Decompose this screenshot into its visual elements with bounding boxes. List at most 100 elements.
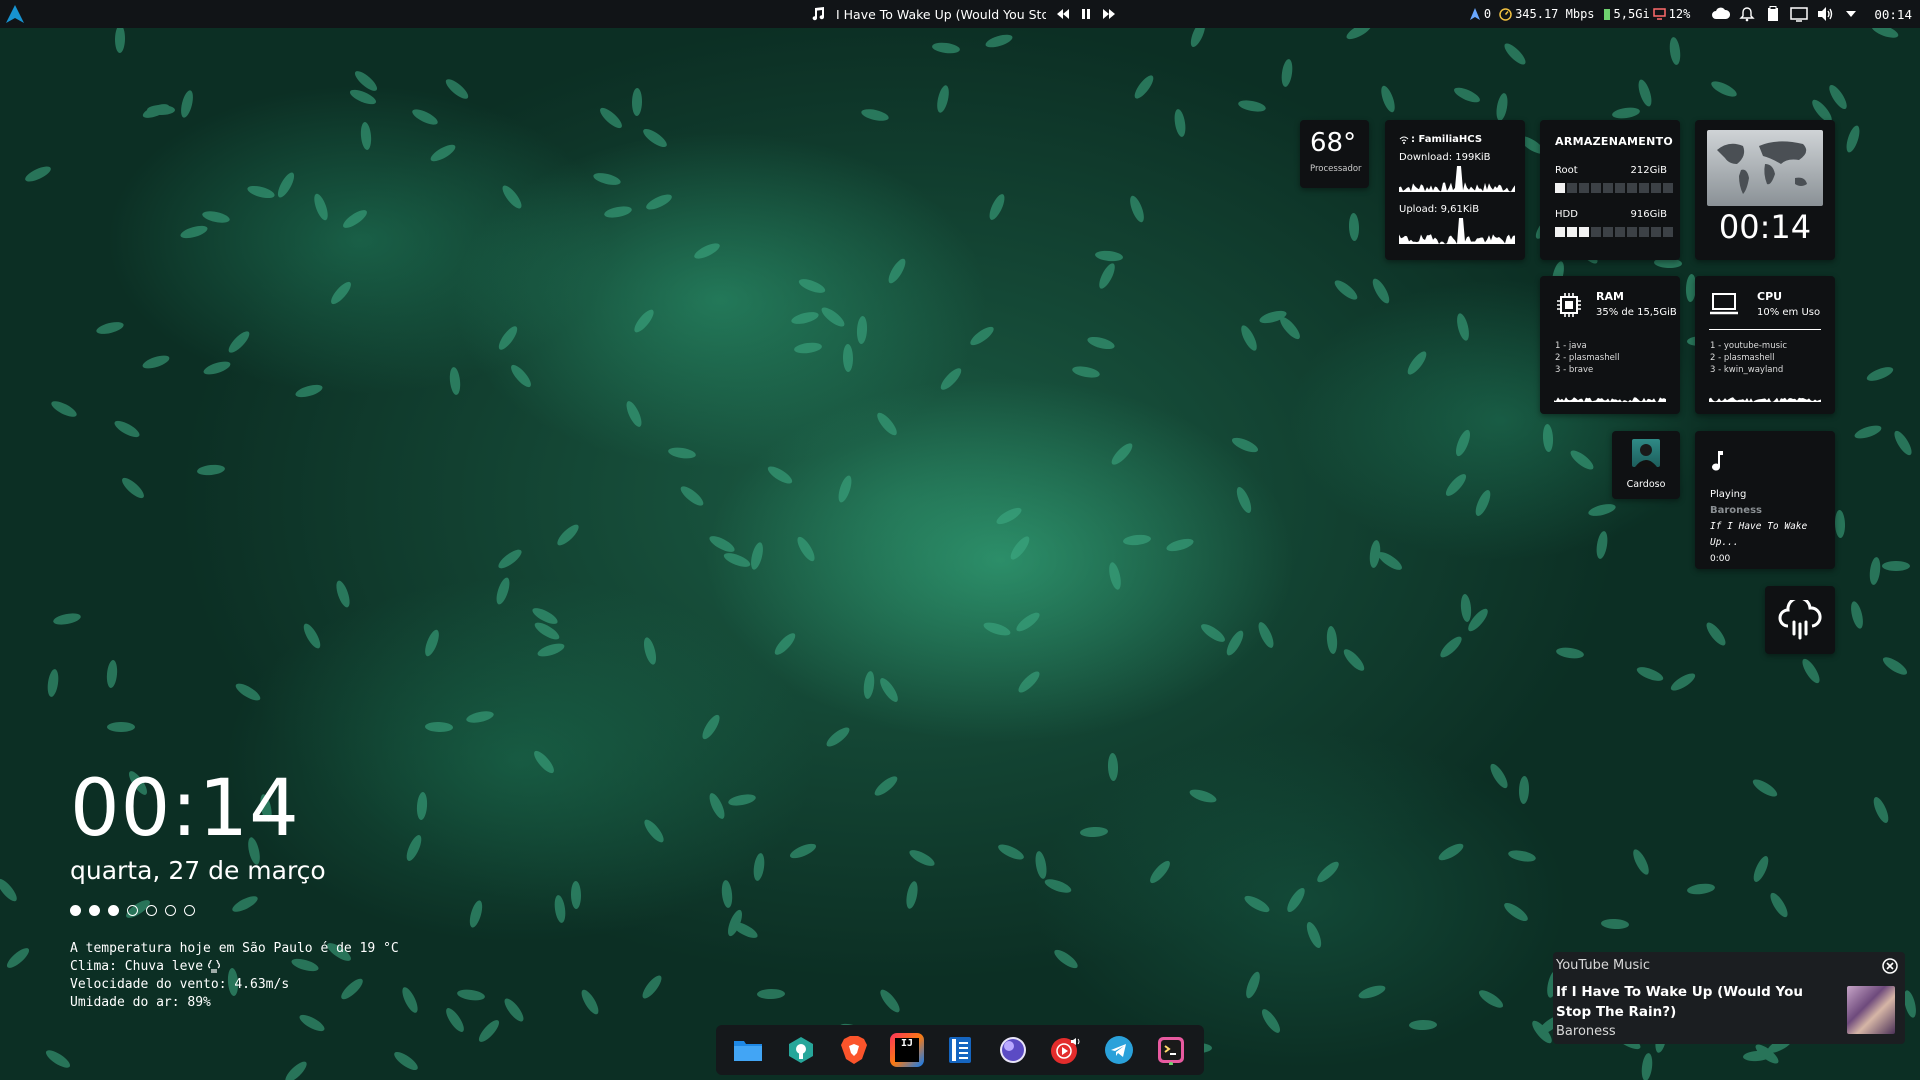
wallpaper-leaflet	[1188, 786, 1218, 806]
purple-orb-icon[interactable]	[996, 1033, 1030, 1067]
wallpaper-leaflet	[860, 106, 890, 124]
updates-indicator[interactable]: 0	[1469, 7, 1491, 21]
wallpaper-leaflet	[391, 1048, 421, 1074]
close-icon[interactable]	[1881, 957, 1899, 975]
temperature-label: Processador	[1310, 164, 1362, 174]
wallpaper-leaflet	[727, 792, 757, 808]
wallpaper-leaflet	[95, 319, 125, 337]
wallpaper-leaflet	[667, 445, 697, 461]
storage-segment	[1579, 227, 1589, 237]
temperature-widget[interactable]: 68° Processador	[1300, 120, 1369, 188]
wallpaper-leaflet	[1233, 485, 1255, 515]
wallpaper-leaflet	[1472, 488, 1494, 518]
telegram-icon[interactable]	[1102, 1033, 1136, 1067]
storage-widget[interactable]: ARMAZENAMENTO Root 212GiB HDD 916GiB	[1540, 120, 1680, 260]
volume-icon[interactable]	[1816, 5, 1834, 23]
user-widget[interactable]: Cardoso	[1612, 431, 1680, 499]
system-monitor-indicator[interactable]: 5,5Gi 12%	[1603, 7, 1690, 21]
wallpaper-leaflet	[790, 309, 820, 327]
weather-widget[interactable]	[1765, 586, 1835, 654]
wallpaper-leaflet	[1518, 775, 1530, 805]
cloud-rain-small-icon	[208, 960, 220, 973]
wallpaper-leaflet	[1325, 625, 1339, 655]
clipboard-icon[interactable]	[1764, 5, 1782, 23]
display-icon[interactable]	[1790, 5, 1809, 23]
wallpaper-leaflet	[233, 680, 263, 704]
panel-clock[interactable]: 00:14	[1874, 7, 1912, 22]
notes-icon[interactable]	[943, 1033, 977, 1067]
laptop-icon	[1710, 293, 1738, 315]
wallpaper-leaflet	[1131, 72, 1157, 102]
weather-condition: Clima: Chuva leve	[70, 959, 204, 974]
wallpaper-leaflet	[1750, 854, 1772, 884]
terminal-icon[interactable]	[1154, 1033, 1188, 1067]
world-clock-time: 00:14	[1718, 208, 1812, 246]
wallpaper-leaflet	[856, 315, 868, 345]
chevron-down-icon[interactable]	[1842, 5, 1860, 23]
wallpaper-leaflet	[1880, 654, 1910, 678]
player-title[interactable]: If I Have To Wake Up...	[1710, 519, 1835, 551]
cloud-icon[interactable]	[1712, 5, 1731, 23]
wallpaper-leaflet	[1348, 212, 1360, 242]
storage-segment	[1639, 183, 1649, 193]
music-note-icon	[812, 7, 825, 21]
arch-icon[interactable]	[4, 3, 26, 25]
wallpaper-leaflet	[1096, 261, 1118, 291]
intellij-icon[interactable]: IJ	[890, 1033, 925, 1067]
cpu-title: CPU	[1757, 290, 1783, 303]
progress-dot	[89, 905, 100, 916]
album-art	[1847, 986, 1895, 1034]
green-app-icon[interactable]	[784, 1033, 818, 1067]
media-notification[interactable]: YouTube Music If I Have To Wake Up (Woul…	[1553, 952, 1905, 1044]
brave-icon[interactable]	[837, 1033, 871, 1067]
cpu-monitor-icon	[1652, 8, 1666, 20]
wallpaper-leaflet	[1709, 78, 1739, 100]
storage-segment	[1567, 227, 1577, 237]
wallpaper-leaflet	[1567, 447, 1597, 473]
wallpaper-leaflet	[1799, 656, 1823, 686]
music-player-widget[interactable]: Playing Baroness If I Have To Wake Up...…	[1695, 431, 1835, 569]
wallpaper-leaflet	[1868, 556, 1882, 586]
wallpaper-leaflet	[1255, 620, 1277, 650]
wallpaper-leaflet	[410, 106, 440, 128]
net-speed-indicator[interactable]: 345.17 Mbps	[1499, 7, 1595, 21]
storage-segment	[1603, 183, 1613, 193]
wallpaper-leaflet	[297, 1011, 327, 1035]
wallpaper-leaflet	[578, 987, 602, 1017]
wallpaper-leaflet	[644, 191, 674, 213]
notifications-bell-icon[interactable]	[1738, 5, 1756, 23]
wallpaper-leaflet	[692, 240, 722, 262]
world-map-image	[1707, 130, 1823, 206]
network-widget[interactable]: : FamiliaHCS Download: 199KiB Upload: 9,…	[1385, 120, 1525, 260]
wallpaper-leaflet	[274, 170, 298, 200]
ram-proc-1: 1 - java	[1555, 341, 1587, 351]
cpu-graph	[1709, 397, 1821, 402]
wallpaper-leaflet	[333, 579, 353, 609]
wallpaper-leaflet	[1487, 761, 1511, 791]
cpu-widget[interactable]: CPU 10% em Uso 1 - youtube-music 2 - pla…	[1695, 276, 1835, 414]
file-manager-icon[interactable]	[731, 1033, 765, 1067]
wallpaper-leaflet	[1107, 752, 1119, 782]
chip-icon	[1557, 293, 1581, 317]
youtube-music-icon[interactable]	[1049, 1033, 1083, 1067]
wallpaper-leaflet	[877, 986, 903, 1016]
wallpaper-leaflet	[1237, 98, 1267, 114]
ram-widget[interactable]: RAM 35% de 15,5GiB 1 - java 2 - plasmash…	[1540, 276, 1680, 414]
panel-track-title[interactable]: I Have To Wake Up (Would You Stop The Ra…	[836, 7, 1046, 22]
wallpaper-leaflet	[105, 659, 119, 689]
dock: IJ	[716, 1025, 1204, 1075]
pause-icon[interactable]	[1080, 8, 1092, 20]
previous-icon[interactable]	[1056, 8, 1070, 20]
storage-segment	[1651, 183, 1661, 193]
wallpaper-leaflet	[570, 880, 582, 910]
wallpaper-leaflet	[1127, 194, 1147, 224]
drive-hdd-size: 916GiB	[1630, 209, 1667, 220]
next-icon[interactable]	[1102, 8, 1116, 20]
wallpaper-leaflet	[311, 192, 331, 222]
wallpaper-leaflet	[4, 945, 32, 971]
wallpaper-leaflet	[631, 306, 657, 336]
wallpaper-leaflet	[399, 985, 421, 1015]
world-clock-widget[interactable]: 00:14	[1695, 120, 1835, 260]
wallpaper-leaflet	[428, 141, 458, 165]
wallpaper-leaflet	[52, 611, 82, 627]
